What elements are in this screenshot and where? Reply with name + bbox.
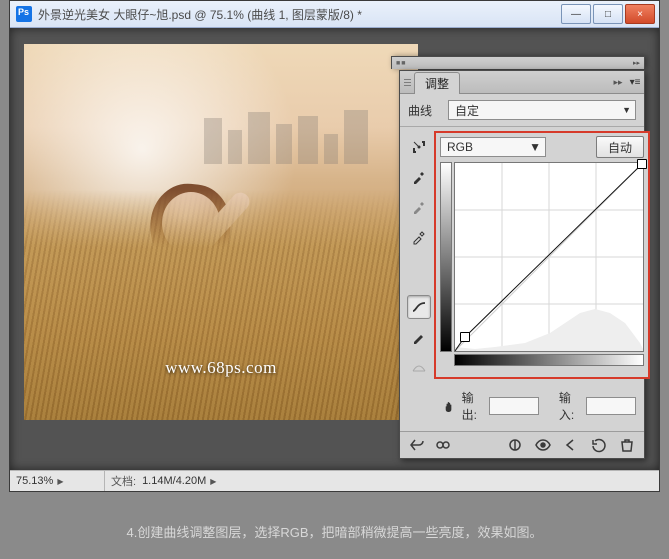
output-label: 输出:	[462, 389, 485, 423]
app-window: 外景逆光美女 大眼仔~旭.psd @ 75.1% (曲线 1, 图层蒙版/8) …	[9, 0, 660, 492]
tutorial-caption: 4.创建曲线调整图层，选择RGB，把暗部稍微提高一些亮度，效果如图。	[0, 492, 669, 559]
titlebar: 外景逆光美女 大眼仔~旭.psd @ 75.1% (曲线 1, 图层蒙版/8) …	[10, 1, 659, 28]
maximize-button[interactable]: □	[593, 4, 623, 24]
close-button[interactable]: ×	[625, 4, 655, 24]
curves-tool-column	[408, 131, 430, 379]
doc-size-label: 文档:	[105, 473, 142, 489]
adjustments-panel: 调整 ▸▸ ▾≡ 曲线 自定 ▼	[399, 70, 645, 459]
preset-value: 自定	[455, 102, 479, 119]
reset-icon[interactable]	[590, 436, 608, 454]
chevron-down-icon: ▼	[529, 140, 541, 154]
statusbar: 75.13% ▶ 文档: 1.14M/4.20M ▶	[10, 470, 659, 491]
chevron-right-icon[interactable]: ▶	[210, 477, 216, 486]
adjustment-type-label: 曲线	[408, 102, 442, 119]
output-ramp	[440, 162, 452, 352]
tab-adjustments[interactable]: 调整	[414, 72, 460, 94]
output-field[interactable]	[489, 397, 539, 415]
curve-pencil-tool[interactable]	[407, 325, 431, 349]
curve-point-highlight[interactable]	[637, 159, 647, 169]
channel-dropdown[interactable]: RGB ▼	[440, 137, 546, 157]
chevron-right-icon: ▶	[57, 477, 63, 486]
previous-state-icon[interactable]	[562, 436, 580, 454]
panel-collapse-icon[interactable]: ▸▸	[610, 78, 626, 87]
preset-row: 曲线 自定 ▼	[400, 94, 644, 127]
expand-view-icon[interactable]	[434, 436, 452, 454]
eyedropper-gray-icon[interactable]	[407, 195, 431, 219]
curves-graph[interactable]	[454, 162, 644, 352]
curve-smooth-tool[interactable]	[407, 355, 431, 379]
document-title: 外景逆光美女 大眼仔~旭.psd @ 75.1% (曲线 1, 图层蒙版/8) …	[38, 6, 561, 23]
targeted-adjust-tool[interactable]	[407, 135, 431, 159]
curve-point-tool[interactable]	[407, 295, 431, 319]
eyedropper-black-icon[interactable]	[407, 165, 431, 189]
toggle-visibility-icon[interactable]	[534, 436, 552, 454]
curves-io-row: 输出: 输入:	[400, 385, 644, 431]
app-icon	[16, 6, 32, 22]
photo-skyline	[24, 104, 418, 164]
delete-icon[interactable]	[618, 436, 636, 454]
chevron-down-icon: ▼	[622, 105, 631, 115]
eyedropper-white-icon[interactable]	[407, 225, 431, 249]
clip-to-layer-icon[interactable]	[506, 436, 524, 454]
channel-value: RGB	[447, 140, 473, 154]
zoom-field[interactable]: 75.13% ▶	[10, 471, 105, 491]
auto-button[interactable]: 自动	[596, 136, 644, 158]
input-ramp	[454, 354, 644, 366]
workspace: www.68ps.com ■■▸▸ 调整 ▸▸ ▾≡ 曲线 自定 ▼	[10, 28, 659, 470]
photo-foreground	[24, 190, 418, 420]
preset-dropdown[interactable]: 自定 ▼	[448, 100, 636, 120]
panel-footer	[400, 431, 644, 458]
watermark-text: www.68ps.com	[165, 358, 277, 378]
panel-collapse-strip[interactable]: ■■▸▸	[391, 56, 645, 69]
panel-grip-icon[interactable]	[400, 79, 414, 86]
panel-menu-button[interactable]: ▾≡	[626, 77, 644, 88]
return-to-list-icon[interactable]	[408, 436, 426, 454]
document-canvas[interactable]: www.68ps.com	[24, 44, 418, 420]
input-label: 输入:	[559, 389, 582, 423]
panel-tabbar: 调整 ▸▸ ▾≡	[400, 71, 644, 94]
curves-highlight-box: RGB ▼ 自动	[434, 131, 650, 379]
minimize-button[interactable]: —	[561, 4, 591, 24]
input-field[interactable]	[586, 397, 636, 415]
doc-size-value: 1.14M/4.20M	[142, 475, 206, 487]
hand-icon	[444, 399, 458, 413]
curve-point-shadow[interactable]	[460, 332, 470, 342]
